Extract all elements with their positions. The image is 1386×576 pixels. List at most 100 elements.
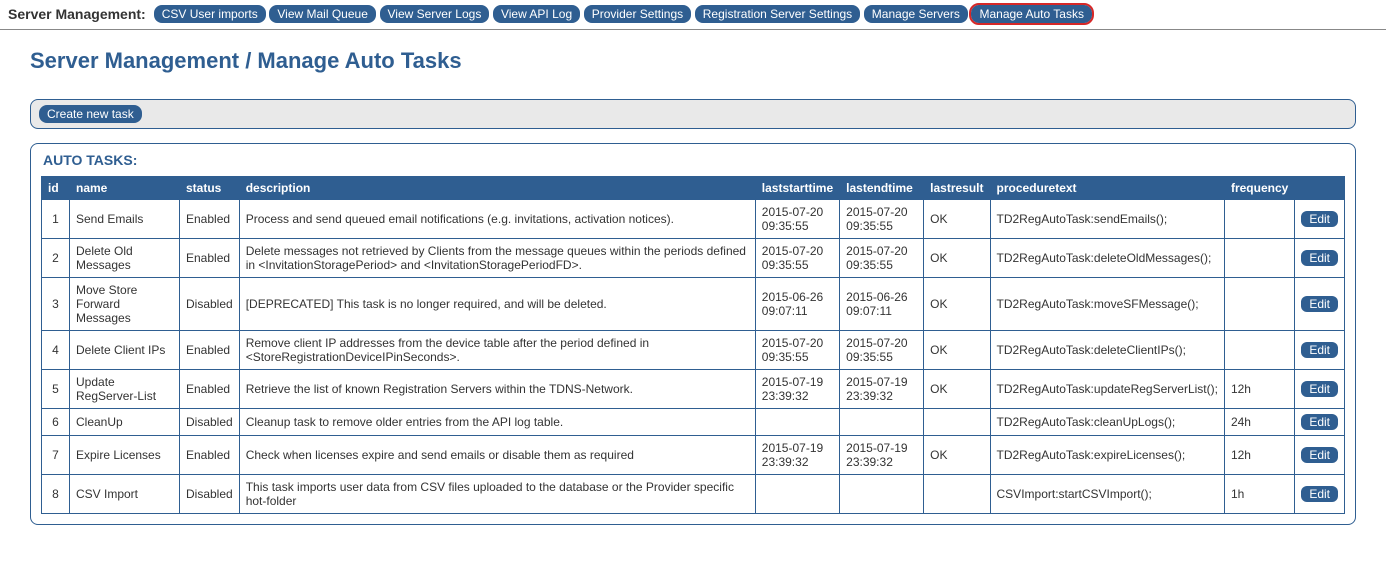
cell-laststarttime: [755, 409, 839, 436]
nav-button-csv-user-imports[interactable]: CSV User imports: [154, 5, 266, 23]
cell-lastresult: OK: [924, 200, 990, 239]
nav-button-provider-settings[interactable]: Provider Settings: [584, 5, 691, 23]
cell-laststarttime: 2015-07-19 23:39:32: [755, 370, 839, 409]
cell-name: CSV Import: [70, 475, 180, 514]
cell-status: Enabled: [180, 370, 240, 409]
nav-button-view-server-logs[interactable]: View Server Logs: [380, 5, 490, 23]
cell-proceduretext: TD2RegAutoTask:deleteClientIPs();: [990, 331, 1224, 370]
cell-status: Disabled: [180, 409, 240, 436]
cell-description: Retrieve the list of known Registration …: [239, 370, 755, 409]
cell-lastendtime: 2015-06-26 09:07:11: [840, 278, 924, 331]
cell-name: Delete Old Messages: [70, 239, 180, 278]
cell-name: Send Emails: [70, 200, 180, 239]
edit-button[interactable]: Edit: [1301, 381, 1338, 397]
cell-laststarttime: 2015-07-20 09:35:55: [755, 200, 839, 239]
cell-id: 7: [42, 436, 70, 475]
toolbar-row: Create new task: [30, 99, 1356, 129]
table-row: 8CSV ImportDisabledThis task imports use…: [42, 475, 1345, 514]
cell-proceduretext: TD2RegAutoTask:deleteOldMessages();: [990, 239, 1224, 278]
table-row: 7Expire LicensesEnabledCheck when licens…: [42, 436, 1345, 475]
cell-action: Edit: [1295, 436, 1345, 475]
header-description: description: [239, 177, 755, 200]
cell-proceduretext: TD2RegAutoTask:expireLicenses();: [990, 436, 1224, 475]
cell-lastresult: OK: [924, 436, 990, 475]
nav-button-manage-servers[interactable]: Manage Servers: [864, 5, 968, 23]
cell-frequency: 24h: [1224, 409, 1294, 436]
cell-lastendtime: [840, 409, 924, 436]
cell-laststarttime: 2015-07-20 09:35:55: [755, 239, 839, 278]
cell-lastresult: [924, 409, 990, 436]
panel-title: AUTO TASKS:: [43, 152, 1345, 168]
edit-button[interactable]: Edit: [1301, 414, 1338, 430]
edit-button[interactable]: Edit: [1301, 296, 1338, 312]
cell-frequency: 12h: [1224, 436, 1294, 475]
auto-tasks-table: id name status description laststarttime…: [41, 176, 1345, 514]
header-name: name: [70, 177, 180, 200]
cell-description: Cleanup task to remove older entries fro…: [239, 409, 755, 436]
cell-lastendtime: 2015-07-19 23:39:32: [840, 370, 924, 409]
nav-button-registration-server-settings[interactable]: Registration Server Settings: [695, 5, 860, 23]
cell-name: Update RegServer-List: [70, 370, 180, 409]
header-status: status: [180, 177, 240, 200]
cell-frequency: 12h: [1224, 370, 1294, 409]
header-lastresult: lastresult: [924, 177, 990, 200]
cell-name: Delete Client IPs: [70, 331, 180, 370]
cell-description: Remove client IP addresses from the devi…: [239, 331, 755, 370]
nav-button-manage-auto-tasks[interactable]: Manage Auto Tasks: [971, 5, 1092, 23]
cell-lastendtime: 2015-07-20 09:35:55: [840, 331, 924, 370]
cell-status: Enabled: [180, 200, 240, 239]
table-row: 6CleanUpDisabledCleanup task to remove o…: [42, 409, 1345, 436]
edit-button[interactable]: Edit: [1301, 211, 1338, 227]
auto-tasks-panel: AUTO TASKS: id name status description l…: [30, 143, 1356, 525]
cell-action: Edit: [1295, 475, 1345, 514]
cell-proceduretext: CSVImport:startCSVImport();: [990, 475, 1224, 514]
nav-button-view-api-log[interactable]: View API Log: [493, 5, 580, 23]
cell-id: 3: [42, 278, 70, 331]
edit-button[interactable]: Edit: [1301, 342, 1338, 358]
header-action: [1295, 177, 1345, 200]
cell-action: Edit: [1295, 331, 1345, 370]
cell-lastresult: OK: [924, 278, 990, 331]
cell-id: 5: [42, 370, 70, 409]
create-new-task-button[interactable]: Create new task: [39, 105, 142, 123]
cell-status: Enabled: [180, 239, 240, 278]
page-title: Server Management / Manage Auto Tasks: [30, 48, 1356, 74]
cell-lastresult: [924, 475, 990, 514]
cell-action: Edit: [1295, 409, 1345, 436]
cell-status: Enabled: [180, 331, 240, 370]
cell-frequency: [1224, 239, 1294, 278]
cell-name: Move Store Forward Messages: [70, 278, 180, 331]
cell-id: 4: [42, 331, 70, 370]
cell-laststarttime: 2015-07-20 09:35:55: [755, 331, 839, 370]
cell-description: Process and send queued email notificati…: [239, 200, 755, 239]
cell-name: CleanUp: [70, 409, 180, 436]
cell-proceduretext: TD2RegAutoTask:sendEmails();: [990, 200, 1224, 239]
cell-proceduretext: TD2RegAutoTask:moveSFMessage();: [990, 278, 1224, 331]
cell-id: 1: [42, 200, 70, 239]
top-nav-label: Server Management:: [8, 6, 146, 22]
cell-laststarttime: 2015-07-19 23:39:32: [755, 436, 839, 475]
cell-frequency: [1224, 331, 1294, 370]
edit-button[interactable]: Edit: [1301, 486, 1338, 502]
table-row: 5Update RegServer-ListEnabledRetrieve th…: [42, 370, 1345, 409]
cell-action: Edit: [1295, 200, 1345, 239]
cell-action: Edit: [1295, 239, 1345, 278]
header-lastendtime: lastendtime: [840, 177, 924, 200]
cell-lastendtime: [840, 475, 924, 514]
cell-frequency: [1224, 278, 1294, 331]
cell-proceduretext: TD2RegAutoTask:cleanUpLogs();: [990, 409, 1224, 436]
cell-lastresult: OK: [924, 239, 990, 278]
edit-button[interactable]: Edit: [1301, 250, 1338, 266]
cell-description: This task imports user data from CSV fil…: [239, 475, 755, 514]
cell-lastendtime: 2015-07-20 09:35:55: [840, 200, 924, 239]
cell-description: Check when licenses expire and send emai…: [239, 436, 755, 475]
cell-status: Enabled: [180, 436, 240, 475]
header-frequency: frequency: [1224, 177, 1294, 200]
table-row: 3Move Store Forward MessagesDisabled[DEP…: [42, 278, 1345, 331]
cell-id: 2: [42, 239, 70, 278]
nav-button-view-mail-queue[interactable]: View Mail Queue: [269, 5, 376, 23]
cell-proceduretext: TD2RegAutoTask:updateRegServerList();: [990, 370, 1224, 409]
cell-laststarttime: [755, 475, 839, 514]
cell-status: Disabled: [180, 475, 240, 514]
edit-button[interactable]: Edit: [1301, 447, 1338, 463]
